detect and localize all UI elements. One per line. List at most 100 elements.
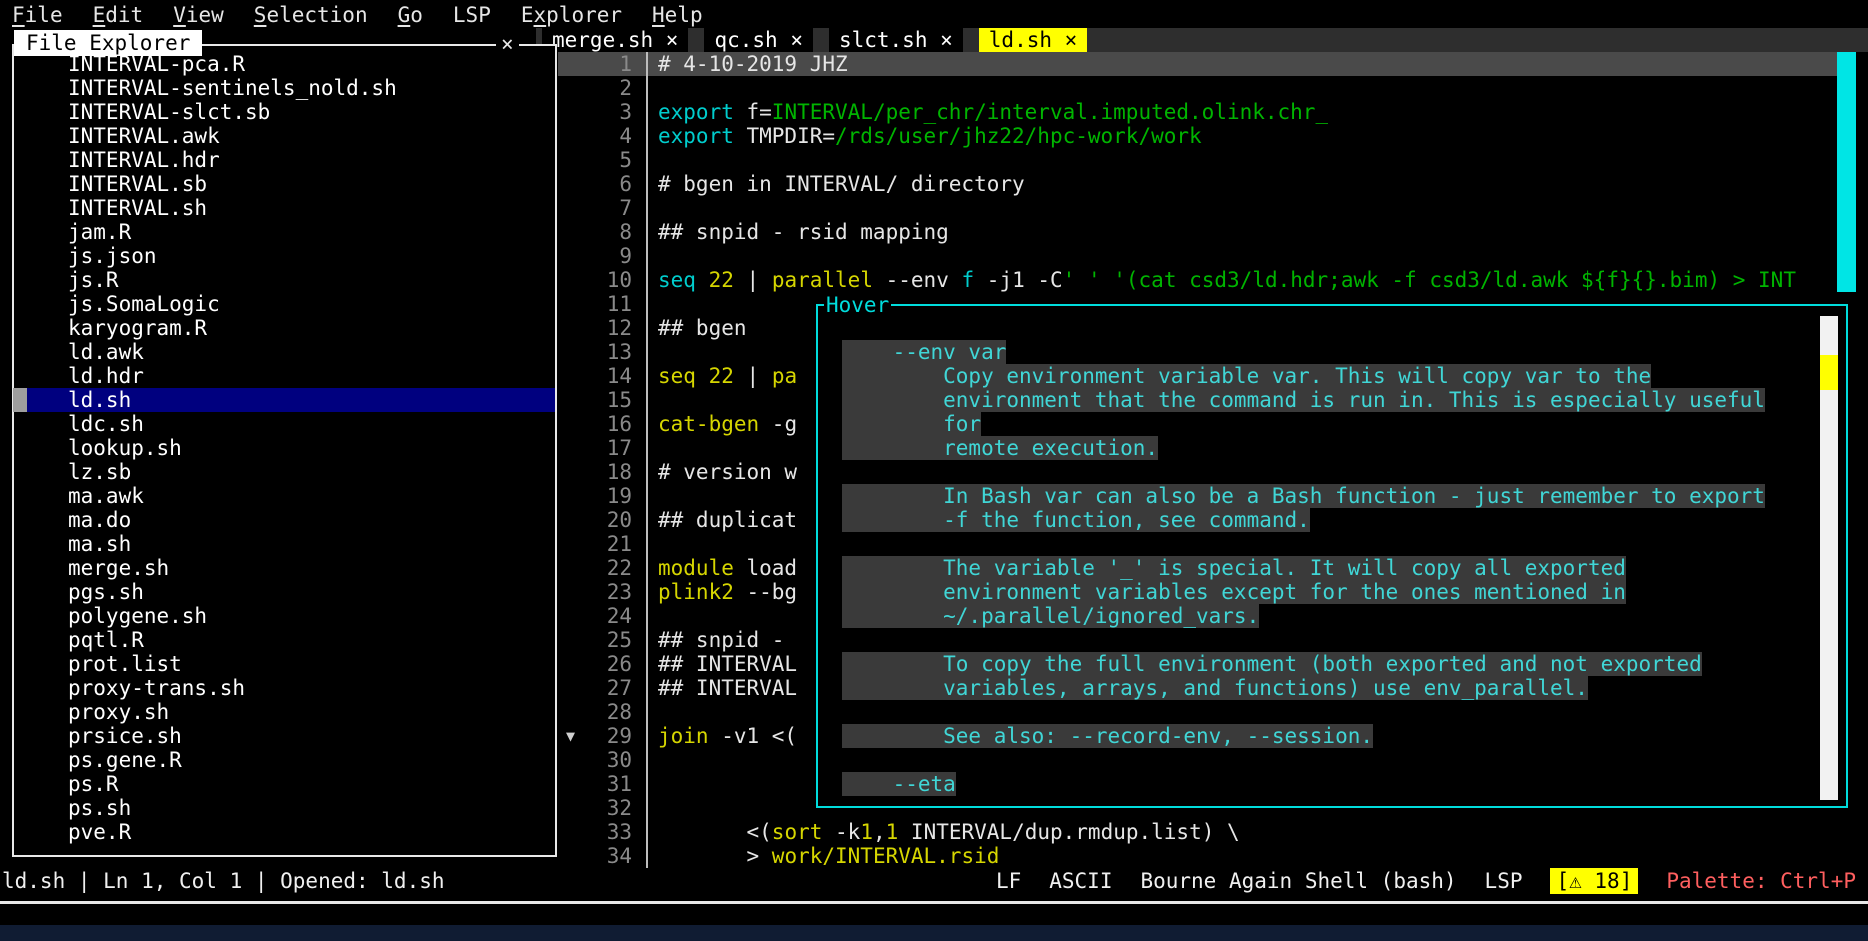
file-item[interactable]: INTERVAL.awk bbox=[14, 124, 555, 148]
code-text: plink2 --bg bbox=[648, 580, 797, 604]
file-item[interactable]: INTERVAL.sh bbox=[14, 196, 555, 220]
line-number: 29▼ bbox=[558, 724, 648, 748]
file-item[interactable]: ma.awk bbox=[14, 484, 555, 508]
file-item[interactable]: lz.sb bbox=[14, 460, 555, 484]
file-item[interactable]: INTERVAL-slct.sb bbox=[14, 100, 555, 124]
file-item[interactable]: ps.sh bbox=[14, 796, 555, 820]
file-item[interactable]: ma.sh bbox=[14, 532, 555, 556]
status-segment: LF bbox=[996, 868, 1021, 894]
tab-ld.sh[interactable]: ld.sh × bbox=[979, 28, 1088, 52]
code-line[interactable]: 9 bbox=[558, 244, 1837, 268]
tab-close-icon[interactable]: × bbox=[1065, 28, 1078, 52]
hover-doc-line bbox=[818, 532, 1818, 556]
file-item[interactable]: jam.R bbox=[14, 220, 555, 244]
tab-bar: merge.sh × qc.sh × slct.sh × ld.sh × bbox=[536, 28, 1868, 52]
code-text: module load bbox=[648, 556, 797, 580]
status-segment: ASCII bbox=[1049, 868, 1112, 894]
line-number: 19 bbox=[558, 484, 648, 508]
file-item[interactable]: INTERVAL.hdr bbox=[14, 148, 555, 172]
code-text: seq 22 | parallel --env f -j1 -C' ' '(ca… bbox=[648, 268, 1796, 292]
file-item[interactable]: js.json bbox=[14, 244, 555, 268]
file-item[interactable]: proxy-trans.sh bbox=[14, 676, 555, 700]
file-item[interactable]: pqtl.R bbox=[14, 628, 555, 652]
code-line[interactable]: 5 bbox=[558, 148, 1837, 172]
file-item[interactable]: polygene.sh bbox=[14, 604, 555, 628]
line-number: 7 bbox=[558, 196, 648, 220]
code-text bbox=[648, 604, 658, 628]
tab-close-icon[interactable]: × bbox=[940, 28, 953, 52]
file-item[interactable]: INTERVAL-pca.R bbox=[14, 52, 555, 76]
code-line[interactable]: 8## snpid - rsid mapping bbox=[558, 220, 1837, 244]
line-number: 4 bbox=[558, 124, 648, 148]
file-item[interactable]: pve.R bbox=[14, 820, 555, 844]
file-item[interactable]: INTERVAL.sb bbox=[14, 172, 555, 196]
line-number: 3 bbox=[558, 100, 648, 124]
file-item[interactable]: ps.gene.R bbox=[14, 748, 555, 772]
line-number: 30 bbox=[558, 748, 648, 772]
line-number: 27 bbox=[558, 676, 648, 700]
status-file-info: ld.sh | Ln 1, Col 1 | Opened: ld.sh bbox=[2, 868, 445, 894]
code-line[interactable]: 2 bbox=[558, 76, 1837, 100]
file-item[interactable]: ps.R bbox=[14, 772, 555, 796]
file-item[interactable]: ld.awk bbox=[14, 340, 555, 364]
line-number: 1 bbox=[558, 52, 648, 76]
popup-scrollbar-thumb[interactable] bbox=[1820, 355, 1838, 390]
line-number: 33 bbox=[558, 820, 648, 844]
menu-item-selection[interactable]: Selection bbox=[254, 3, 368, 27]
file-item[interactable]: prot.list bbox=[14, 652, 555, 676]
menu-item-view[interactable]: View bbox=[173, 3, 224, 27]
code-line[interactable]: 10seq 22 | parallel --env f -j1 -C' ' '(… bbox=[558, 268, 1837, 292]
file-item[interactable]: ldc.sh bbox=[14, 412, 555, 436]
menu-item-help[interactable]: Help bbox=[652, 3, 703, 27]
code-text bbox=[648, 340, 658, 364]
code-text: > work/INTERVAL.rsid bbox=[648, 844, 999, 868]
menu-item-edit[interactable]: Edit bbox=[93, 3, 144, 27]
menu-item-explorer[interactable]: Explorer bbox=[521, 3, 622, 27]
code-text: ## bgen bbox=[648, 316, 747, 340]
code-text bbox=[648, 484, 658, 508]
terminal-screen: File Edit View Selection Go LSP Explorer Help m… bbox=[0, 0, 1868, 941]
file-item[interactable]: ld.hdr bbox=[14, 364, 555, 388]
code-line[interactable]: 33 <(sort -k1,1 INTERVAL/dup.rmdup.list)… bbox=[558, 820, 1837, 844]
unregistered-banner: GISTERED VERSION - Please support MobaXt… bbox=[0, 925, 1868, 941]
hover-doc-line: ~/.parallel/ignored_vars. bbox=[818, 604, 1818, 628]
editor-scrollbar[interactable] bbox=[1837, 52, 1856, 292]
tab-qc.sh[interactable]: qc.sh × bbox=[704, 28, 813, 52]
line-number: 14 bbox=[558, 364, 648, 388]
hover-doc-line: for bbox=[818, 412, 1818, 436]
line-number: 12 bbox=[558, 316, 648, 340]
file-item[interactable]: js.SomaLogic bbox=[14, 292, 555, 316]
file-item-selected[interactable]: ld.sh bbox=[14, 388, 555, 412]
file-item[interactable]: proxy.sh bbox=[14, 700, 555, 724]
file-item[interactable]: lookup.sh bbox=[14, 436, 555, 460]
file-item[interactable]: ma.do bbox=[14, 508, 555, 532]
code-line[interactable]: 1# 4-10-2019 JHZ bbox=[558, 52, 1837, 76]
code-line[interactable]: 4export TMPDIR=/rds/user/jhz22/hpc-work/… bbox=[558, 124, 1837, 148]
file-item[interactable]: js.R bbox=[14, 268, 555, 292]
file-item[interactable]: merge.sh bbox=[14, 556, 555, 580]
tab-merge.sh[interactable]: merge.sh × bbox=[542, 28, 688, 52]
tab-close-icon[interactable]: × bbox=[666, 28, 679, 52]
hover-doc-line bbox=[818, 748, 1818, 772]
lsp-warning-badge[interactable]: [⚠ 18] bbox=[1550, 868, 1638, 894]
code-line[interactable]: 3export f=INTERVAL/per_chr/interval.impu… bbox=[558, 100, 1837, 124]
file-item[interactable]: pgs.sh bbox=[14, 580, 555, 604]
code-line[interactable]: 7 bbox=[558, 196, 1837, 220]
menu-item-go[interactable]: Go bbox=[398, 3, 423, 27]
file-item[interactable]: karyogram.R bbox=[14, 316, 555, 340]
menu-item-lsp[interactable]: LSP bbox=[453, 3, 491, 27]
code-line[interactable]: 6# bgen in INTERVAL/ directory bbox=[558, 172, 1837, 196]
popup-scrollbar[interactable] bbox=[1820, 316, 1838, 800]
file-item[interactable]: INTERVAL-sentinels_nold.sh bbox=[14, 76, 555, 100]
line-number: 32 bbox=[558, 796, 648, 820]
code-text bbox=[648, 532, 658, 556]
file-item[interactable]: prsice.sh bbox=[14, 724, 555, 748]
menu-item-file[interactable]: File bbox=[12, 3, 63, 27]
code-text: ## snpid - rsid mapping bbox=[648, 220, 949, 244]
tab-close-icon[interactable]: × bbox=[790, 28, 803, 52]
tab-slct.sh[interactable]: slct.sh × bbox=[829, 28, 963, 52]
code-line[interactable]: 34 > work/INTERVAL.rsid bbox=[558, 844, 1837, 868]
line-number: 11 bbox=[558, 292, 648, 316]
fold-marker-icon[interactable]: ▼ bbox=[566, 724, 575, 748]
status-right-group: LFASCIIBourne Again Shell (bash)LSP[⚠ 18… bbox=[996, 868, 1856, 894]
